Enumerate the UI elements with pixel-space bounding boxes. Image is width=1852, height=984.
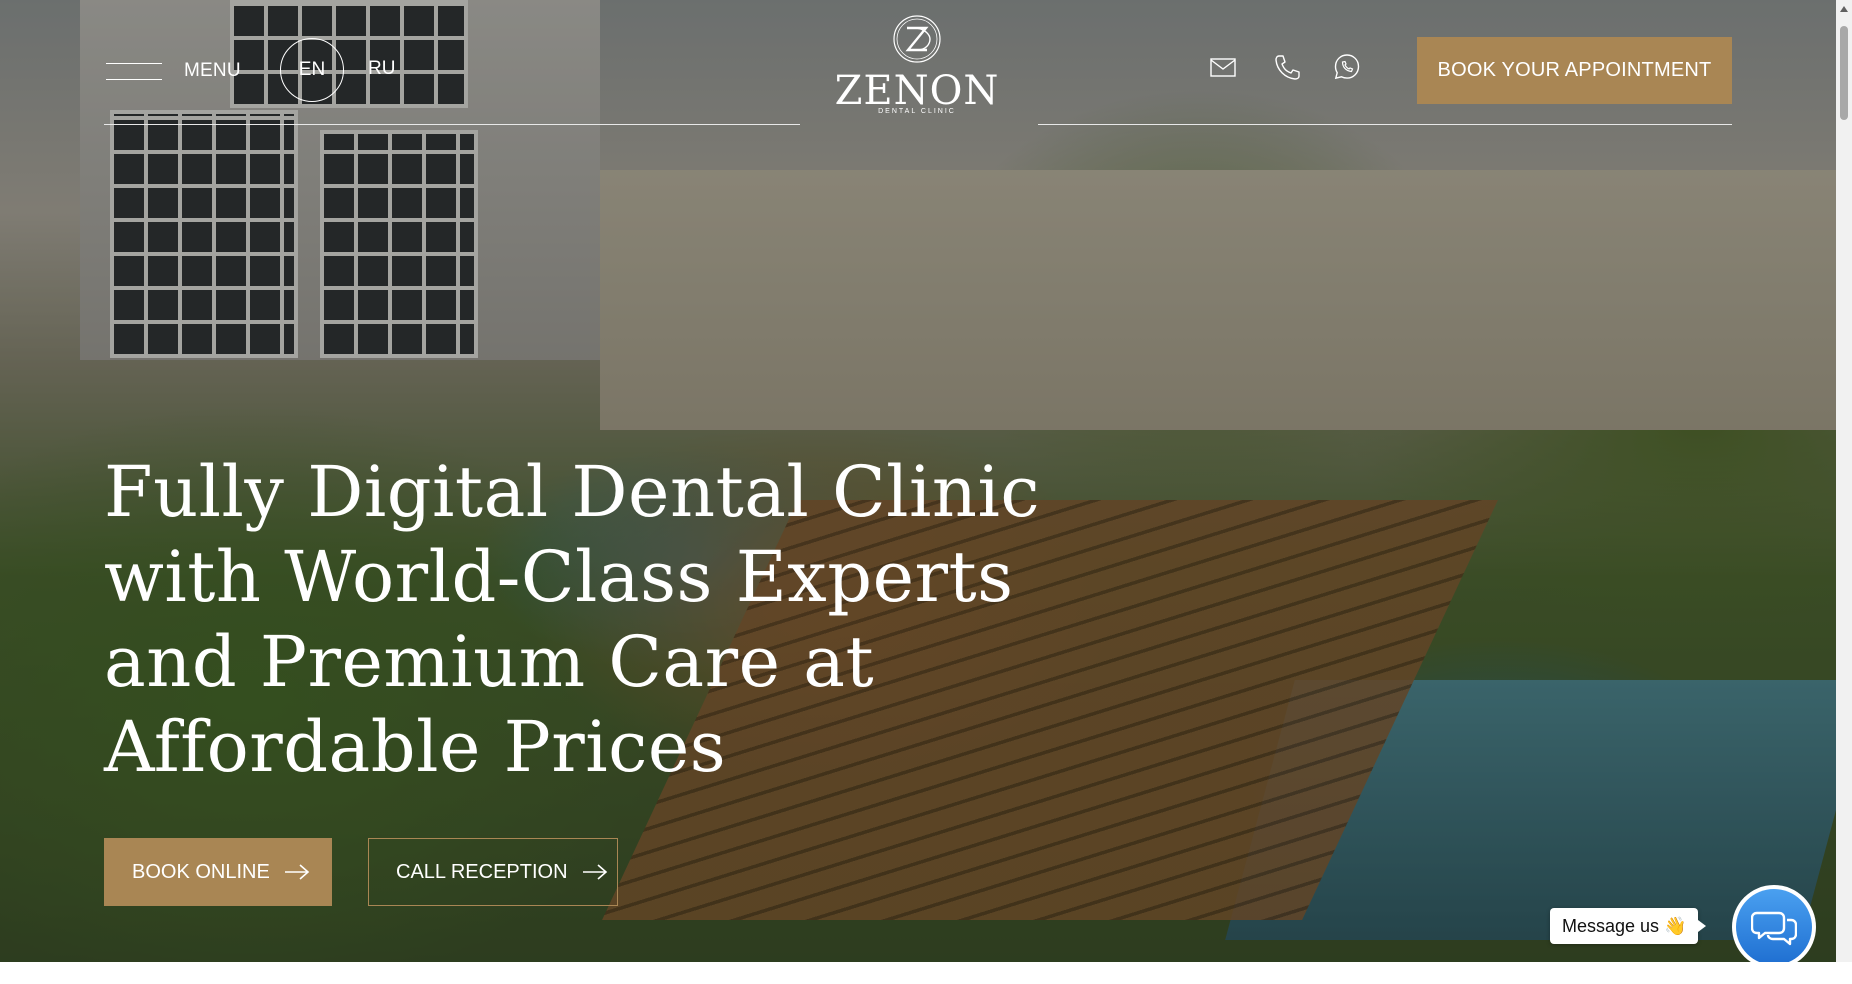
- hamburger-icon: [106, 61, 162, 81]
- chat-button-face: [1736, 889, 1812, 965]
- language-en-button[interactable]: EN: [280, 38, 344, 102]
- site-header: MENU EN RU ZENON DENTAL CLINIC BOOK YOUR…: [104, 0, 1732, 130]
- next-section-edge: [0, 962, 1852, 984]
- language-ru-button[interactable]: RU: [368, 58, 395, 80]
- chat-bubbles-icon: [1751, 911, 1797, 946]
- book-online-button[interactable]: BOOK ONLINE: [104, 838, 332, 906]
- clinic-logo[interactable]: ZENON DENTAL CLINIC: [832, 14, 1002, 126]
- logo-name: ZENON: [834, 68, 1000, 114]
- message-us-bubble[interactable]: Message us 👋: [1550, 908, 1707, 944]
- header-divider-left: [104, 124, 800, 125]
- page-scrollbar[interactable]: [1836, 0, 1852, 962]
- menu-label: MENU: [184, 60, 241, 81]
- arrow-right-icon: [284, 864, 310, 880]
- book-online-label: BOOK ONLINE: [132, 860, 270, 883]
- zd-monogram-icon: [893, 15, 941, 63]
- mail-icon[interactable]: [1208, 52, 1238, 82]
- book-appointment-button[interactable]: BOOK YOUR APPOINTMENT: [1417, 37, 1732, 104]
- call-reception-button[interactable]: CALL RECEPTION: [368, 838, 618, 906]
- arrow-right-icon: [582, 864, 607, 880]
- hero-headline: Fully Digital Dental Clinic with World-C…: [104, 451, 1041, 788]
- header-divider-right: [1038, 124, 1732, 125]
- phone-icon[interactable]: [1272, 52, 1302, 82]
- chat-widget-button[interactable]: [1732, 885, 1816, 969]
- scrollbar-thumb[interactable]: [1840, 26, 1848, 120]
- scroll-up-arrow-icon[interactable]: [1840, 6, 1848, 12]
- whatsapp-icon[interactable]: [1332, 52, 1362, 82]
- call-reception-label: CALL RECEPTION: [396, 860, 568, 883]
- menu-button[interactable]: MENU: [106, 50, 241, 92]
